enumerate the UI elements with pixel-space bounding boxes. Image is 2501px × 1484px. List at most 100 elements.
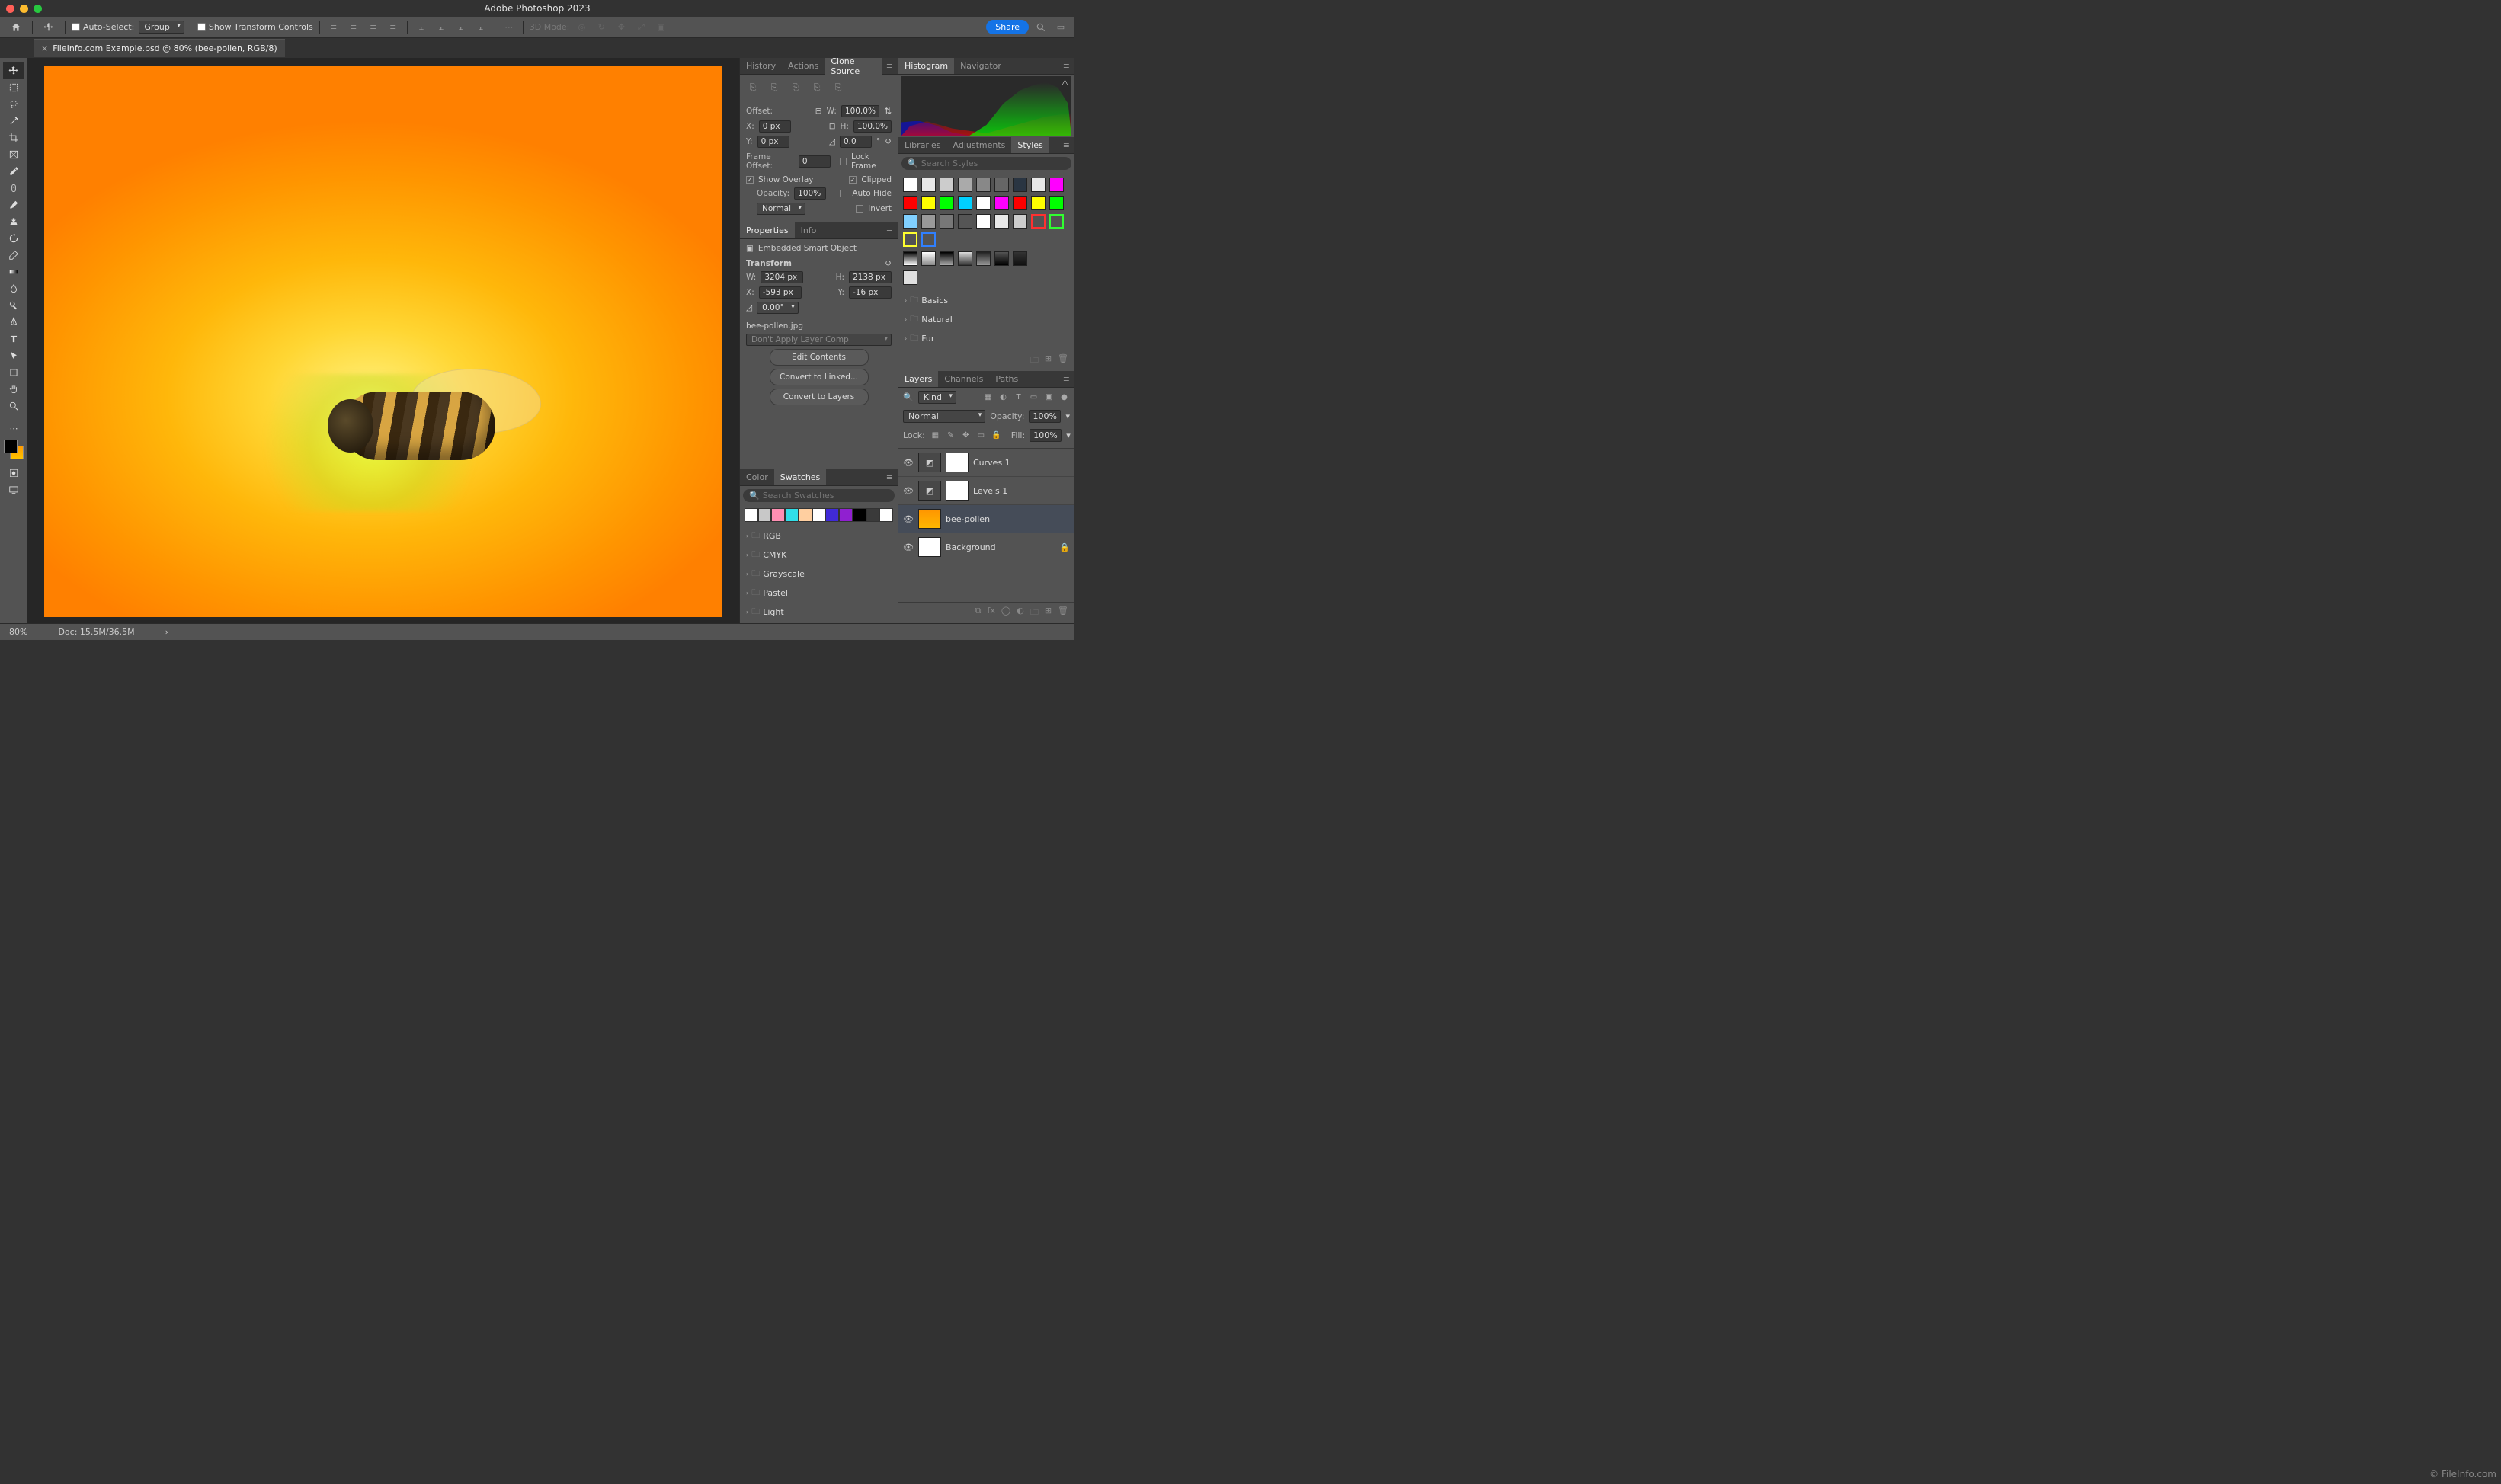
auto-select-checkbox[interactable]: Auto-Select: [72, 22, 134, 32]
panel-menu-icon[interactable]: ≡ [882, 61, 898, 71]
window-close-button[interactable] [6, 5, 14, 13]
window-minimize-button[interactable] [20, 5, 28, 13]
lock-position-icon[interactable]: ✥ [960, 431, 972, 440]
edit-contents-button[interactable]: Edit Contents [770, 349, 869, 366]
layer-row[interactable]: 👁bee-pollen [898, 505, 1074, 533]
new-style-icon[interactable]: ⊞ [1045, 353, 1052, 368]
new-layer-icon[interactable]: ⊞ [1045, 606, 1052, 620]
tab-navigator[interactable]: Navigator [954, 58, 1007, 74]
color-swatches[interactable] [4, 440, 24, 459]
zoom-tool[interactable] [3, 398, 24, 414]
blur-tool[interactable] [3, 280, 24, 297]
layer-comp-dropdown[interactable]: Don't Apply Layer Comp [746, 334, 892, 346]
pen-tool[interactable] [3, 314, 24, 331]
style-swatch[interactable] [1031, 196, 1046, 210]
style-swatch[interactable] [921, 196, 936, 210]
opacity-dropdown-icon[interactable]: ▾ [1065, 411, 1070, 421]
gradient-tool[interactable] [3, 264, 24, 280]
link-wh-icon[interactable]: ⊟ [829, 122, 836, 131]
swatch[interactable] [745, 508, 758, 522]
swatch[interactable] [839, 508, 853, 522]
style-swatch[interactable] [994, 196, 1009, 210]
panel-menu-icon[interactable]: ≡ [1058, 61, 1074, 71]
3d-orbit-icon[interactable]: ◎ [574, 21, 589, 34]
layer-mask-thumbnail[interactable] [946, 453, 969, 472]
layer-name[interactable]: Curves 1 [973, 458, 1070, 468]
filter-toggle[interactable]: ● [1058, 393, 1070, 401]
transform-h-field[interactable]: 2138 px [849, 271, 892, 283]
edit-toolbar-button[interactable]: ⋯ [3, 420, 24, 437]
panel-menu-icon[interactable]: ≡ [1058, 374, 1074, 384]
tab-swatches[interactable]: Swatches [774, 469, 827, 485]
style-swatch[interactable] [903, 232, 917, 247]
layer-opacity-field[interactable]: 100% [1029, 410, 1061, 423]
clone-slot-1[interactable]: ⎘ [745, 79, 761, 96]
style-swatch[interactable] [1013, 196, 1027, 210]
filter-smart-icon[interactable]: ▣ [1043, 393, 1055, 401]
adjustment-layer-icon[interactable]: ◐ [1017, 606, 1024, 620]
style-swatch[interactable] [1031, 178, 1046, 192]
eraser-tool[interactable] [3, 247, 24, 264]
transform-w-field[interactable]: 3204 px [761, 271, 803, 283]
align-center-v-icon[interactable]: ⫠ [434, 21, 449, 34]
clipped-checkbox[interactable] [849, 176, 857, 184]
lock-image-icon[interactable]: ✎ [945, 431, 956, 440]
visibility-toggle-icon[interactable]: 👁 [903, 458, 914, 468]
swatch[interactable] [771, 508, 785, 522]
transform-angle-field[interactable]: 0.00° [757, 302, 799, 314]
style-swatch[interactable] [940, 251, 954, 266]
clone-stamp-tool[interactable] [3, 213, 24, 230]
clone-angle-field[interactable]: 0.0 [840, 136, 872, 148]
clone-slot-2[interactable]: ⎘ [766, 79, 783, 96]
swatch-group[interactable]: ›🗀Grayscale [740, 564, 898, 584]
link-layers-icon[interactable]: ⧉ [975, 606, 982, 620]
layer-row[interactable]: 👁◩Levels 1 [898, 477, 1074, 505]
share-button[interactable]: Share [986, 20, 1029, 34]
quick-mask-button[interactable] [3, 465, 24, 481]
auto-hide-checkbox[interactable] [840, 190, 847, 197]
canvas-area[interactable] [27, 58, 739, 623]
swatch[interactable] [866, 508, 880, 522]
clone-slot-3[interactable]: ⎘ [787, 79, 804, 96]
layer-mask-icon[interactable]: ◯ [1001, 606, 1010, 620]
style-swatch[interactable] [1049, 196, 1064, 210]
swatch[interactable] [758, 508, 772, 522]
hand-tool[interactable] [3, 381, 24, 398]
swatch[interactable] [785, 508, 799, 522]
document-canvas[interactable] [44, 66, 722, 617]
clone-slot-5[interactable]: ⎘ [830, 79, 847, 96]
document-tab[interactable]: × FileInfo.com Example.psd @ 80% (bee-po… [34, 39, 285, 57]
tab-channels[interactable]: Channels [938, 371, 989, 387]
layer-mask-thumbnail[interactable] [946, 481, 969, 501]
style-swatch[interactable] [958, 214, 972, 229]
foreground-color[interactable] [4, 440, 18, 453]
align-right-icon[interactable]: ≡ [366, 21, 381, 34]
style-swatch[interactable] [1031, 214, 1046, 229]
style-swatch[interactable] [958, 196, 972, 210]
auto-select-target-dropdown[interactable]: Group [139, 21, 184, 34]
filter-shape-icon[interactable]: ▭ [1028, 393, 1039, 401]
tab-color[interactable]: Color [740, 469, 774, 485]
new-group-icon[interactable]: 🗀 [1030, 353, 1039, 368]
home-button[interactable] [6, 19, 26, 36]
fill-dropdown-icon[interactable]: ▾ [1066, 430, 1071, 440]
marquee-tool[interactable] [3, 79, 24, 96]
align-more-icon[interactable]: ≡ [386, 21, 401, 34]
style-swatch[interactable] [921, 232, 936, 247]
layer-name[interactable]: Levels 1 [973, 486, 1070, 496]
layer-row[interactable]: 👁◩Curves 1 [898, 449, 1074, 477]
healing-brush-tool[interactable] [3, 180, 24, 197]
swatch[interactable] [825, 508, 839, 522]
tab-paths[interactable]: Paths [989, 371, 1024, 387]
search-icon[interactable] [1033, 21, 1049, 34]
overlay-blend-dropdown[interactable]: Normal [757, 203, 805, 215]
swatch-group[interactable]: ›🗀RGB [740, 526, 898, 545]
tab-close-icon[interactable]: × [41, 43, 48, 53]
3d-roll-icon[interactable]: ↻ [594, 21, 609, 34]
filter-adjustment-icon[interactable]: ◐ [998, 393, 1009, 401]
reset-transform-icon[interactable]: ↺ [885, 259, 892, 268]
style-swatch[interactable] [976, 251, 991, 266]
link-icon[interactable]: ⇅ [884, 106, 892, 117]
align-top-icon[interactable]: ⫠ [414, 21, 429, 34]
lock-frame-checkbox[interactable] [840, 158, 847, 165]
